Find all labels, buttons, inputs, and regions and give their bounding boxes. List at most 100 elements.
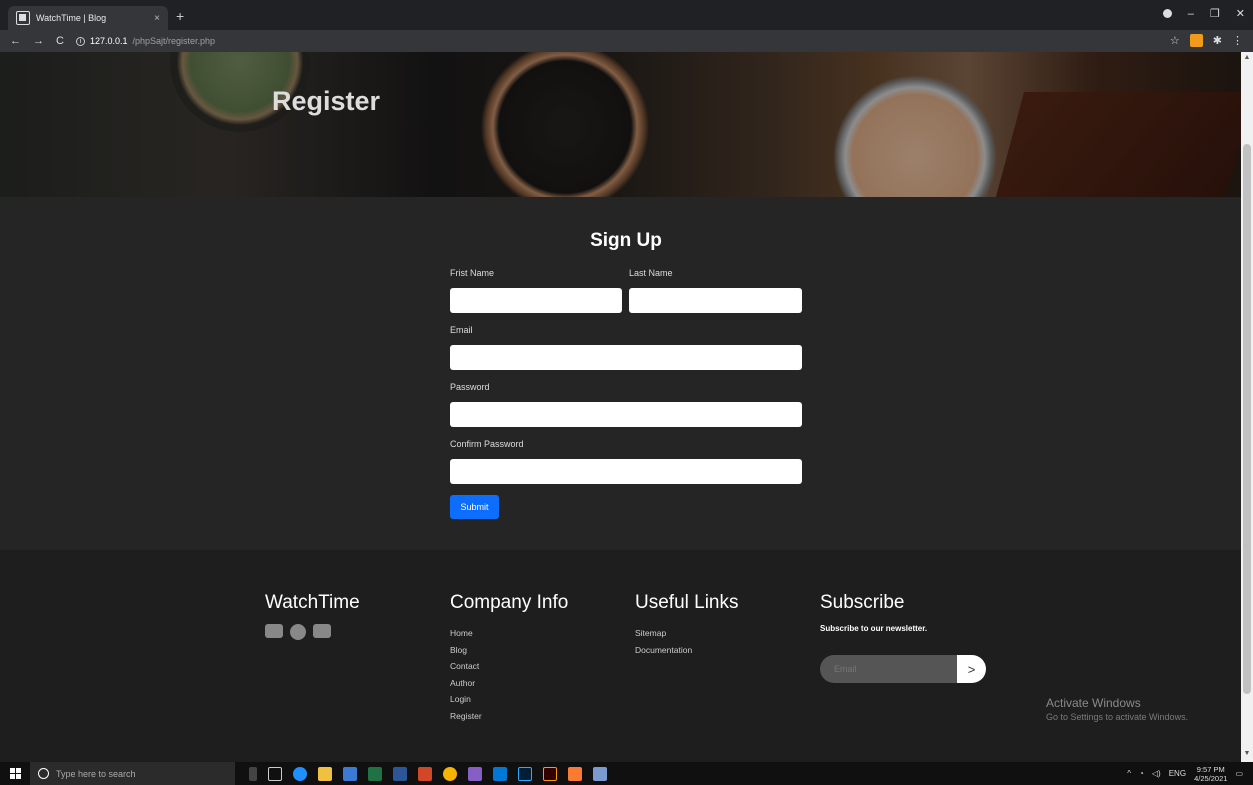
new-tab-button[interactable]: + — [176, 8, 184, 24]
company-info-heading: Company Info — [450, 592, 569, 613]
twitter-icon[interactable] — [265, 624, 283, 638]
footer-subscribe: Subscribe Subscribe to our newsletter. > — [820, 592, 990, 683]
cortana-icon — [38, 768, 49, 779]
chrome-icon[interactable] — [443, 766, 457, 781]
email-input[interactable] — [450, 345, 802, 370]
hero-overlay — [0, 52, 1241, 197]
rss-extension-icon[interactable] — [1189, 34, 1203, 47]
illustrator-icon[interactable] — [543, 766, 557, 781]
windows-logo-icon — [9, 768, 21, 779]
activate-windows-watermark: Activate Windows Go to Settings to activ… — [1046, 696, 1188, 722]
taskbar-apps — [249, 766, 607, 781]
task-view-icon[interactable] — [268, 766, 282, 781]
last-name-input[interactable] — [629, 288, 802, 313]
close-window-button[interactable]: ✕ — [1236, 7, 1245, 20]
browser-tab-bar: WatchTime | Blog × + – ❐ ✕ — [0, 0, 1253, 30]
excel-icon[interactable] — [368, 766, 382, 781]
vscode-icon[interactable] — [493, 766, 507, 781]
confirm-password-label: Confirm Password — [450, 439, 524, 449]
save-app-icon[interactable] — [343, 766, 357, 781]
url-host: 127.0.0.1 — [89, 36, 128, 46]
newsletter-form: > — [820, 655, 986, 683]
first-name-input[interactable] — [450, 288, 622, 313]
form-title: Sign Up — [590, 230, 662, 251]
clock-time: 9:57 PM — [1196, 764, 1225, 774]
back-arrow-icon[interactable]: ← — [10, 35, 21, 47]
activate-windows-title: Activate Windows — [1046, 696, 1141, 710]
system-tray: ^ ◔ ◁) ENG 9:57 PM 4/25/2021 ▭ — [1127, 762, 1243, 785]
footer-link-sitemap[interactable]: Sitemap — [635, 628, 739, 638]
word-icon[interactable] — [393, 766, 407, 781]
footer-link-author[interactable]: Author — [450, 678, 568, 688]
clock-date: 4/25/2021 — [1194, 773, 1228, 783]
footer-brand-column: WatchTime — [265, 592, 360, 640]
subscribe-heading: Subscribe — [820, 592, 905, 613]
photoshop-icon[interactable] — [518, 766, 532, 781]
password-input[interactable] — [450, 402, 802, 427]
forward-arrow-icon[interactable]: → — [33, 35, 44, 47]
edge-icon[interactable] — [293, 766, 307, 781]
page-scrollbar[interactable]: ▲ ▼ — [1241, 52, 1253, 762]
submit-button[interactable]: Submit — [450, 495, 499, 519]
minimize-button[interactable]: – — [1188, 8, 1194, 20]
taskbar-clock[interactable]: 9:57 PM 4/25/2021 — [1194, 765, 1227, 783]
activate-windows-subtitle: Go to Settings to activate Windows. — [1046, 712, 1189, 722]
youtube-icon[interactable] — [313, 624, 331, 638]
language-indicator[interactable]: ENG — [1169, 769, 1186, 778]
scrollbar-thumb[interactable] — [1243, 144, 1251, 694]
social-links — [265, 624, 360, 640]
xampp-icon[interactable] — [568, 766, 582, 781]
facebook-icon[interactable] — [290, 624, 306, 640]
favicon-icon — [16, 11, 30, 25]
email-label: Email — [450, 325, 473, 335]
network-icon[interactable]: ◔ — [1139, 769, 1144, 778]
footer-link-blog[interactable]: Blog — [450, 645, 568, 655]
bookmark-star-icon[interactable]: ☆ — [1170, 34, 1180, 47]
browser-menu-icon[interactable]: ⋮ — [1232, 34, 1243, 47]
tray-chevron-icon[interactable]: ^ — [1127, 769, 1131, 778]
url-field[interactable]: i 127.0.0.1/phpSajt/register.php — [75, 36, 216, 46]
windows-taskbar: Type here to search ^ ◔ ◁) ENG 9:57 PM 4… — [0, 762, 1253, 785]
profile-icon[interactable] — [1162, 9, 1172, 18]
extensions-puzzle-icon[interactable]: ✱ — [1213, 34, 1222, 47]
footer-brand: WatchTime — [265, 592, 360, 613]
visual-studio-icon[interactable] — [468, 766, 482, 781]
file-explorer-icon[interactable] — [318, 766, 332, 781]
subscribe-subtitle: Subscribe to our newsletter. — [820, 624, 928, 633]
newsletter-submit-button[interactable]: > — [957, 655, 986, 683]
last-name-label: Last Name — [629, 268, 673, 278]
restore-button[interactable]: ❐ — [1210, 7, 1220, 20]
volume-icon[interactable]: ◁) — [1152, 769, 1161, 778]
powerpoint-icon[interactable] — [418, 766, 432, 781]
taskbar-search[interactable]: Type here to search — [30, 762, 235, 785]
footer: WatchTime Company Info Home Blog Contact… — [0, 550, 1241, 762]
page-title: Register — [272, 86, 381, 116]
start-button[interactable] — [0, 768, 30, 779]
browser-tab[interactable]: WatchTime | Blog × — [8, 6, 168, 30]
address-bar: ← → C i 127.0.0.1/phpSajt/register.php ☆… — [0, 30, 1253, 52]
footer-link-home[interactable]: Home — [450, 628, 568, 638]
site-info-icon[interactable]: i — [75, 36, 85, 46]
confirm-password-input[interactable] — [450, 459, 802, 484]
first-name-label: Frist Name — [450, 268, 495, 278]
hero-banner: Register — [0, 52, 1241, 197]
reload-icon[interactable]: C — [56, 35, 64, 47]
microphone-icon[interactable] — [249, 766, 257, 781]
taskbar-search-placeholder: Type here to search — [56, 768, 136, 779]
footer-link-register[interactable]: Register — [450, 711, 568, 721]
notifications-icon[interactable]: ▭ — [1235, 769, 1243, 778]
password-label: Password — [450, 382, 490, 392]
url-path: /phpSajt/register.php — [132, 36, 216, 46]
footer-useful-links: Useful Links Sitemap Documentation — [635, 592, 739, 661]
tab-title: WatchTime | Blog — [36, 13, 107, 23]
footer-link-documentation[interactable]: Documentation — [635, 645, 739, 655]
signup-section: Sign Up Frist Name Last Name Email Passw… — [0, 197, 1241, 550]
newsletter-email-input[interactable] — [820, 655, 960, 683]
footer-link-login[interactable]: Login — [450, 694, 568, 704]
tab-close-icon[interactable]: × — [154, 13, 160, 24]
scroll-down-arrow-icon[interactable]: ▼ — [1241, 750, 1253, 757]
app-icon[interactable] — [593, 766, 607, 781]
footer-link-contact[interactable]: Contact — [450, 661, 568, 671]
footer-company-info: Company Info Home Blog Contact Author Lo… — [450, 592, 568, 727]
scroll-up-arrow-icon[interactable]: ▲ — [1241, 54, 1253, 61]
